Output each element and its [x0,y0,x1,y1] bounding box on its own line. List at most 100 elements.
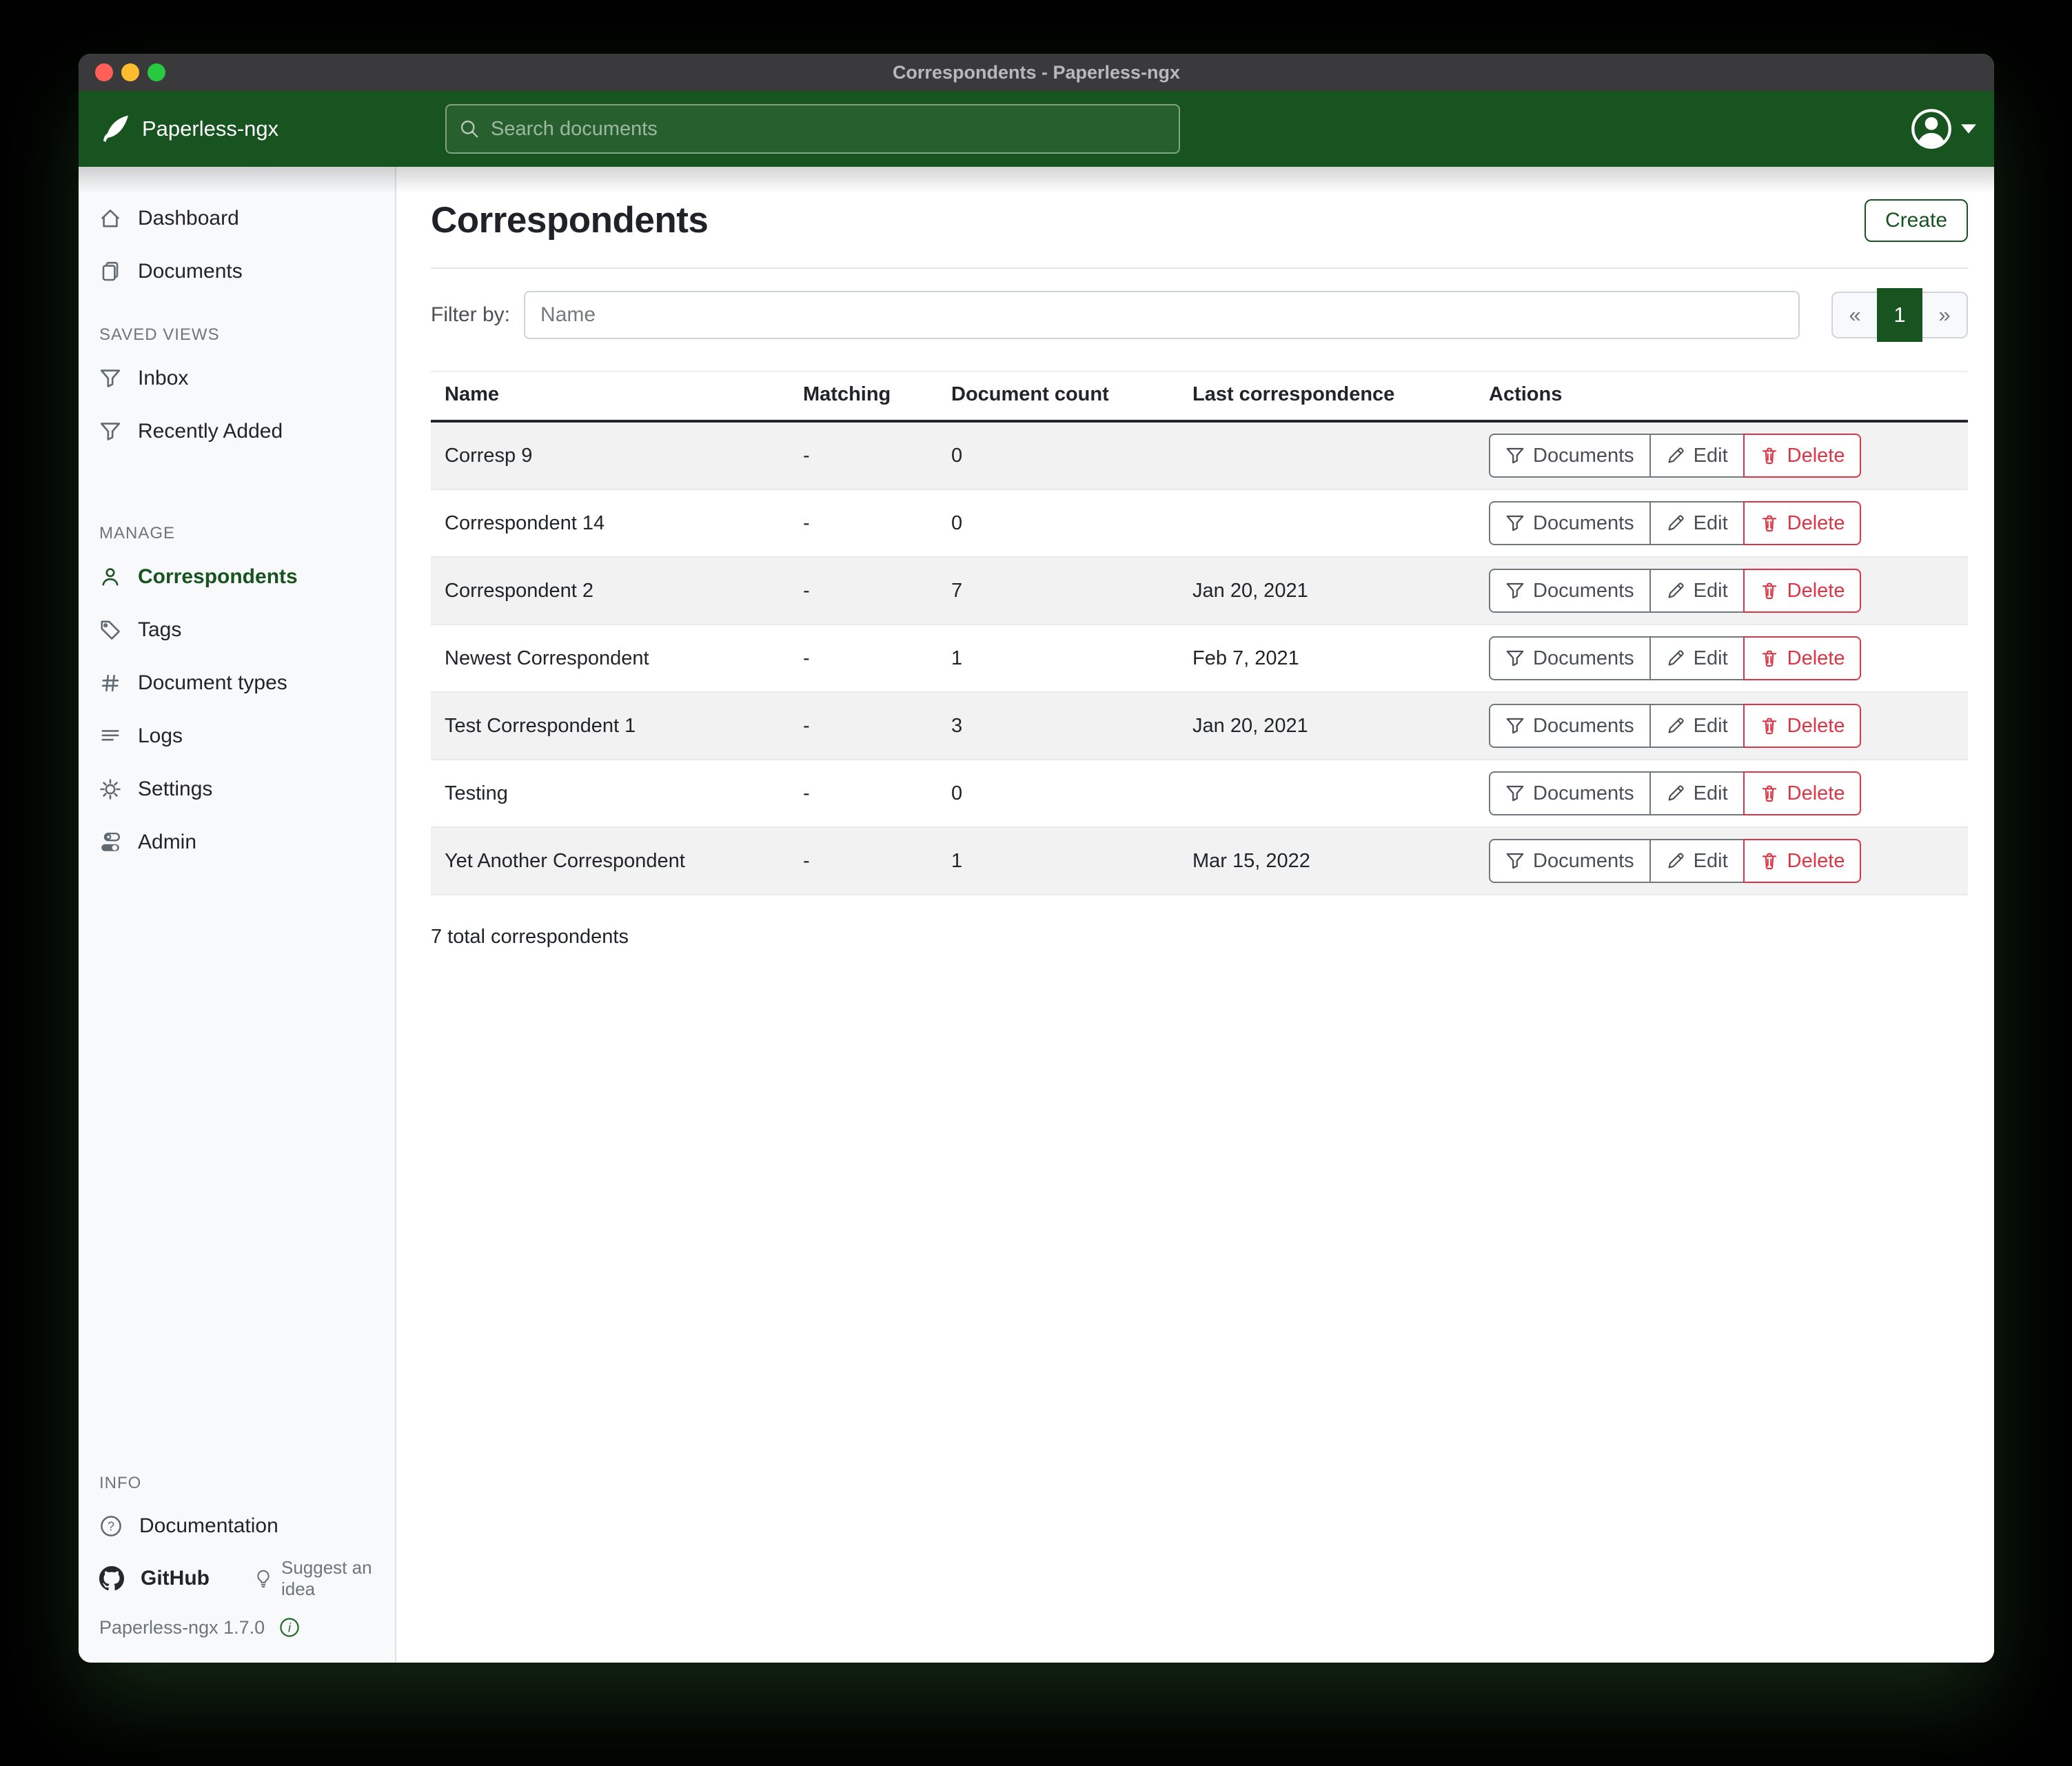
search-input[interactable] [489,117,1166,141]
edit-button[interactable]: Edit [1651,636,1743,680]
cell-last: Jan 20, 2021 [1179,692,1475,760]
github-link[interactable]: GitHub [99,1566,210,1591]
close-button[interactable] [95,63,113,81]
table-header-row: Name Matching Document count Last corres… [431,372,1968,421]
question-circle-icon: ? [99,1514,123,1538]
svg-text:i: i [288,1621,292,1634]
sidebar-item-label: Correspondents [138,565,298,589]
tag-icon [99,619,121,641]
create-button[interactable]: Create [1865,199,1968,242]
app-name: Paperless-ngx [142,116,278,141]
delete-button[interactable]: Delete [1743,704,1862,748]
delete-button[interactable]: Delete [1743,839,1862,883]
documents-button[interactable]: Documents [1489,704,1651,748]
documents-button[interactable]: Documents [1489,569,1651,613]
cell-last [1179,489,1475,557]
user-menu[interactable] [1910,108,1976,150]
cell-matching: - [789,625,937,692]
person-icon [99,566,121,588]
delete-button[interactable]: Delete [1743,501,1862,545]
info-icon[interactable]: i [278,1616,301,1638]
cell-count: 7 [937,557,1179,625]
sidebar-item-documents[interactable]: Documents [79,245,395,298]
column-header-matching: Matching [789,372,937,421]
search-box [445,104,1180,154]
documents-button[interactable]: Documents [1489,636,1651,680]
cell-matching: - [789,827,937,895]
funnel-icon [1505,784,1525,803]
sidebar-item-label: Document types [138,671,287,695]
cell-count: 1 [937,827,1179,895]
minimize-button[interactable] [121,63,139,81]
files-icon [99,261,121,283]
correspondents-table: Name Matching Document count Last corres… [431,371,1968,895]
github-icon [99,1566,124,1591]
documents-button[interactable]: Documents [1489,434,1651,478]
trash-icon [1760,649,1779,668]
cell-name: Newest Correspondent [431,625,789,692]
documentation-link[interactable]: ? Documentation [99,1514,278,1538]
column-header-document-count: Document count [937,372,1179,421]
edit-button[interactable]: Edit [1651,434,1743,478]
cell-name: Correspondent 14 [431,489,789,557]
sidebar-item-admin[interactable]: Admin [79,815,395,869]
sidebar-item-document-types[interactable]: Document types [79,656,395,709]
cell-last [1179,760,1475,827]
suggest-idea-link[interactable]: Suggest an idea [254,1557,374,1600]
documents-button[interactable]: Documents [1489,501,1651,545]
column-header-name: Name [431,372,789,421]
column-header-actions: Actions [1475,372,1968,421]
sidebar-item-inbox[interactable]: Inbox [79,352,395,405]
search-icon [459,119,480,139]
delete-button[interactable]: Delete [1743,434,1862,478]
sidebar-item-logs[interactable]: Logs [79,709,395,762]
edit-button[interactable]: Edit [1651,501,1743,545]
cell-matching: - [789,760,937,827]
column-header-last-correspondence: Last correspondence [1179,372,1475,421]
version-label: Paperless-ngx 1.7.0 [99,1617,265,1638]
edit-button[interactable]: Edit [1651,704,1743,748]
house-icon [99,207,121,230]
table-row: Correspondent 14 - 0 Documents Edit Dele… [431,489,1968,557]
pencil-icon [1666,514,1685,533]
edit-button[interactable]: Edit [1651,569,1743,613]
pagination-prev-button[interactable]: « [1831,292,1877,338]
funnel-icon [1505,716,1525,735]
trash-icon [1760,581,1779,600]
sidebar-item-label: Logs [138,724,183,748]
delete-button[interactable]: Delete [1743,771,1862,815]
sidebar-section-manage: MANAGE [79,524,395,543]
funnel-icon [1505,514,1525,533]
sidebar-item-label: Admin [138,831,196,854]
chevron-down-icon [1961,124,1976,134]
documents-button[interactable]: Documents [1489,771,1651,815]
funnel-icon [1505,581,1525,600]
divider [431,267,1968,269]
pagination-next-button[interactable]: » [1922,292,1968,338]
filter-name-input[interactable] [524,291,1800,339]
edit-button[interactable]: Edit [1651,839,1743,883]
sidebar-item-settings[interactable]: Settings [79,762,395,815]
filter-label: Filter by: [431,303,510,327]
sidebar-section-info: INFO [79,1474,395,1493]
table-row: Test Correspondent 1 - 3 Jan 20, 2021 Do… [431,692,1968,760]
edit-button[interactable]: Edit [1651,771,1743,815]
sidebar-item-recently-added[interactable]: Recently Added [79,405,395,458]
zoom-button[interactable] [148,63,165,81]
table-row: Newest Correspondent - 1 Feb 7, 2021 Doc… [431,625,1968,692]
window-title: Correspondents - Paperless-ngx [893,62,1180,83]
delete-button[interactable]: Delete [1743,636,1862,680]
app-brand[interactable]: Paperless-ngx [99,113,382,145]
leaf-logo-icon [99,113,131,145]
sidebar-item-dashboard[interactable]: Dashboard [79,192,395,245]
pencil-icon [1666,581,1685,600]
sidebar-item-correspondents[interactable]: Correspondents [79,550,395,603]
delete-button[interactable]: Delete [1743,569,1862,613]
cell-name: Yet Another Correspondent [431,827,789,895]
sidebar: Dashboard Documents SAVED VIEWS Inbox [79,167,396,1663]
pagination-page-1[interactable]: 1 [1877,288,1922,342]
cell-matching: - [789,421,937,489]
pencil-icon [1666,784,1685,803]
sidebar-item-tags[interactable]: Tags [79,603,395,656]
documents-button[interactable]: Documents [1489,839,1651,883]
